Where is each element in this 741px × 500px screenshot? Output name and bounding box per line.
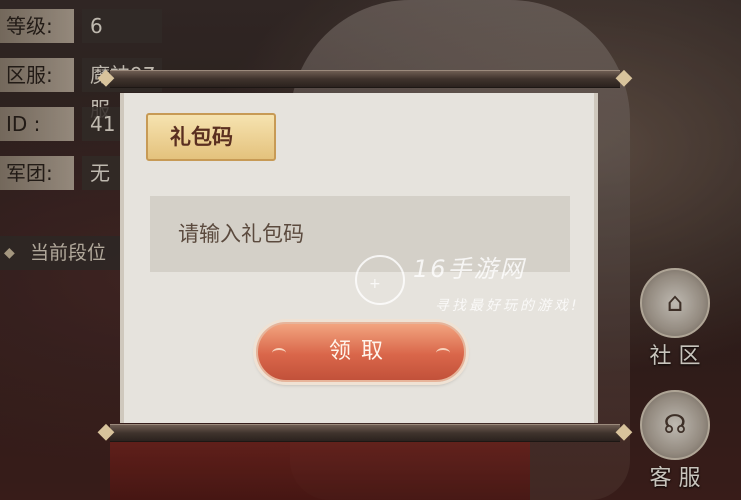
rod-cap-icon: ◆	[97, 65, 115, 90]
claim-button-label: 领取	[328, 339, 393, 364]
watermark-subtitle: 寻找最好玩的游戏!	[435, 298, 580, 314]
watermark-title: 16手游网	[413, 255, 526, 283]
rod-cap-icon: ◆	[615, 65, 633, 90]
scroll-rod-top: ◆ ◆	[98, 65, 633, 90]
rod-cap-icon: ◆	[615, 419, 633, 444]
gift-code-tab: 礼包码	[146, 113, 276, 161]
ornament-icon	[436, 348, 450, 358]
scroll-rod-bottom: ◆ ◆	[98, 419, 633, 444]
claim-button[interactable]: 领取	[256, 322, 466, 382]
watermark: + 16手游网 寻找最好玩的游戏!	[355, 245, 625, 325]
ornament-icon	[272, 348, 286, 358]
watermark-logo-icon: +	[355, 255, 405, 305]
rod-cap-icon: ◆	[97, 419, 115, 444]
